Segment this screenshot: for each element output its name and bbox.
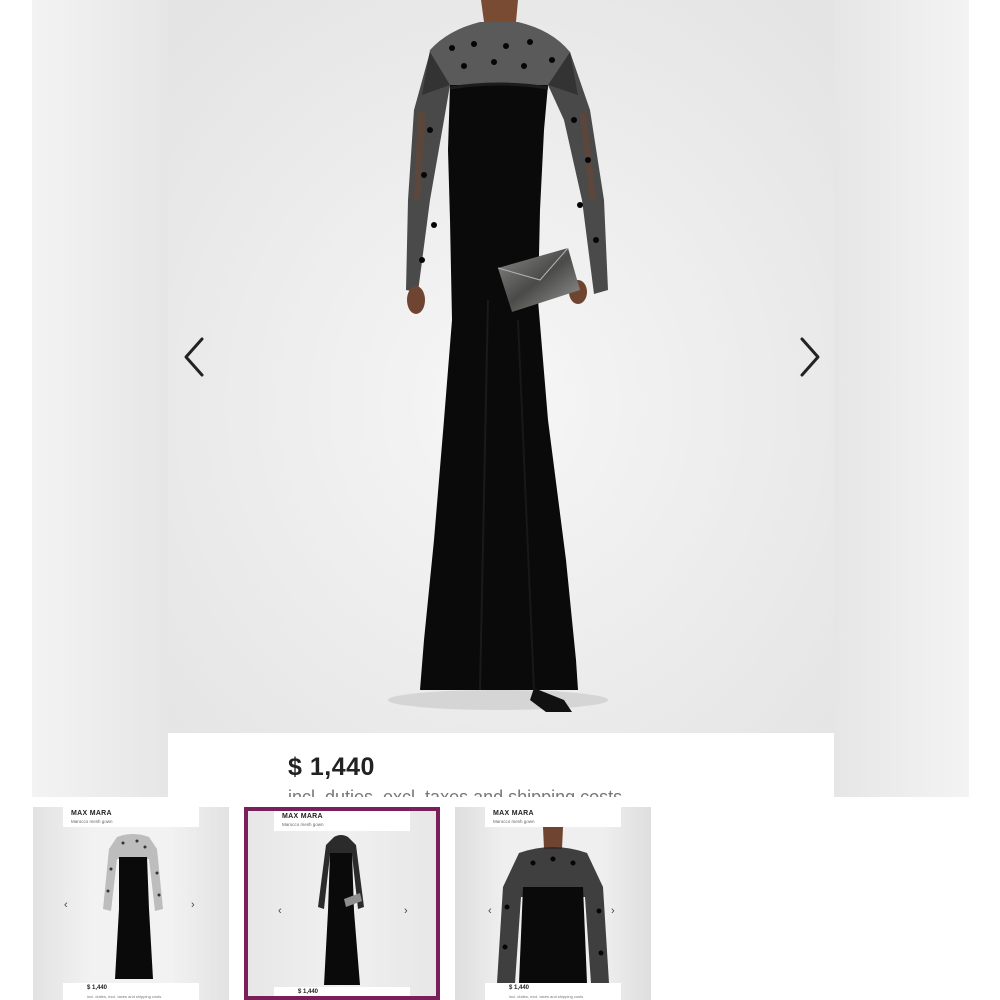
chevron-left-icon: ‹ xyxy=(488,905,492,917)
thumbnail-strip: MAX MARA Marocco mesh gown ‹ › $ 1,440 i… xyxy=(0,797,1000,1000)
thumbnail-product-name: Marocco mesh gown xyxy=(282,822,324,827)
thumbnail-photo xyxy=(318,835,364,985)
product-photo xyxy=(168,0,834,733)
thumbnail-duties-note: incl. duties, excl. taxes and shipping c… xyxy=(87,994,162,999)
thumbnail-brand: MAX MARA xyxy=(282,813,323,820)
thumbnail-duties-note: incl. duties, excl. taxes and shipping c… xyxy=(509,994,584,999)
thumbnail-2[interactable]: MAX MARA Marocco mesh gown ‹ › $ 1,440 xyxy=(244,807,440,1000)
thumbnail-price: $ 1,440 xyxy=(298,989,319,995)
chevron-right-icon: › xyxy=(404,905,408,917)
thumbnail-product-name: Marocco mesh gown xyxy=(493,819,535,824)
next-image-button[interactable] xyxy=(794,336,824,378)
chevron-right-icon: › xyxy=(191,899,195,911)
chevron-right-icon xyxy=(800,337,820,377)
product-price: $ 1,440 xyxy=(288,753,375,781)
thumbnail-brand: MAX MARA xyxy=(71,810,112,817)
previous-image-peek xyxy=(32,0,168,797)
chevron-right-icon: › xyxy=(611,905,615,917)
thumbnail-price: $ 1,440 xyxy=(87,985,108,991)
next-image-peek xyxy=(833,0,969,797)
duties-note: incl. duties, excl. taxes and shipping c… xyxy=(288,787,623,797)
previous-image-button[interactable] xyxy=(180,336,210,378)
thumbnail-product-name: Marocco mesh gown xyxy=(71,819,113,824)
chevron-left-icon: ‹ xyxy=(64,899,68,911)
price-panel: $ 1,440 incl. duties, excl. taxes and sh… xyxy=(168,733,834,797)
thumbnail-photo xyxy=(497,827,609,983)
chevron-left-icon xyxy=(184,337,204,377)
thumbnail-photo xyxy=(103,834,163,979)
thumbnail-brand: MAX MARA xyxy=(493,810,534,817)
chevron-left-icon: ‹ xyxy=(278,905,282,917)
thumbnail-3[interactable]: MAX MARA Marocco mesh gown ‹ › $ 1,440 i… xyxy=(455,807,651,1000)
thumbnail-1[interactable]: MAX MARA Marocco mesh gown ‹ › $ 1,440 i… xyxy=(33,807,229,1000)
thumbnail-price: $ 1,440 xyxy=(509,985,530,991)
